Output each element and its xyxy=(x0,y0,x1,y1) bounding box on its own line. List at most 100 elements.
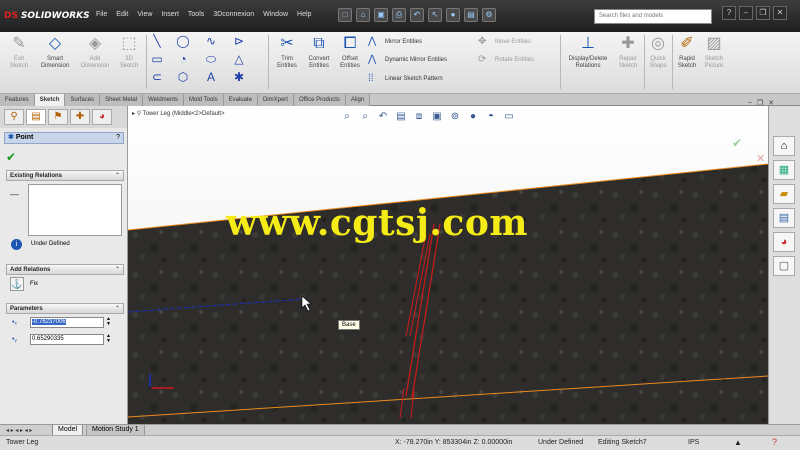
property-manager-tab-icon[interactable]: ▤ xyxy=(26,109,46,125)
search-input[interactable]: Search files and models xyxy=(594,9,712,24)
view-orientation-icon[interactable]: ⧈ xyxy=(412,110,426,124)
menu-3dconnexion[interactable]: 3Dconnexion xyxy=(213,11,254,18)
tab-sketch[interactable]: Sketch xyxy=(34,94,66,106)
ok-checkmark-icon[interactable]: ✔ xyxy=(6,150,16,164)
open-icon[interactable]: ⌂ xyxy=(356,8,370,22)
tab-align[interactable]: Align xyxy=(345,94,371,106)
cancel-sketch-icon[interactable]: ✕ xyxy=(756,152,765,165)
3d-sketch-button[interactable]: ⬚ 3D Sketch xyxy=(116,34,142,70)
quick-snaps-button[interactable]: ◎ Quick Snaps xyxy=(646,34,670,70)
hide-show-items-icon[interactable]: ⊚ xyxy=(448,110,462,124)
dimxpert-tab-icon[interactable]: ✚ xyxy=(70,109,90,125)
rotate-entities-button[interactable]: ⟳ Rotate Entities xyxy=(478,54,534,66)
menu-help[interactable]: Help xyxy=(297,11,311,18)
mirror-entities-button[interactable]: ⋀ Mirror Entities xyxy=(368,36,422,48)
tab-scroll-controls[interactable]: ◂ ▸ ◂ ▸ ◂ ▸ xyxy=(6,427,32,434)
x-coordinate-input[interactable]: -0.76237006 xyxy=(30,317,104,328)
plane-icon[interactable]: △ xyxy=(232,52,246,66)
sketch-picture-button[interactable]: ▨ Sketch Picture xyxy=(702,34,726,70)
zoom-to-area-icon[interactable]: ⌕ xyxy=(358,110,372,124)
file-explorer-icon[interactable]: ▰ xyxy=(773,184,795,204)
close-button[interactable]: ✕ xyxy=(773,6,787,20)
x-spinner-icon[interactable]: ▲ ▼ xyxy=(106,317,111,327)
sketch-fillet-icon[interactable]: ⊳ xyxy=(232,34,246,48)
repair-sketch-button[interactable]: ✚ Repair Sketch xyxy=(614,34,642,70)
move-entities-button[interactable]: ✥ Move Entities xyxy=(478,36,531,48)
appearances-icon[interactable]: ◕ xyxy=(773,232,795,252)
fix-relation-icon[interactable]: ⚓ xyxy=(10,277,24,291)
zoom-to-fit-icon[interactable]: ⌕ xyxy=(340,110,354,124)
spline-icon[interactable]: ∿ xyxy=(204,34,218,48)
undo-icon[interactable]: ↶ xyxy=(410,8,424,22)
menu-tools[interactable]: Tools xyxy=(188,11,204,18)
select-icon[interactable]: ↖ xyxy=(428,8,442,22)
view-settings-icon[interactable]: ▭ xyxy=(502,110,516,124)
save-icon[interactable]: ▣ xyxy=(374,8,388,22)
tab-dimxpert[interactable]: DimXpert xyxy=(257,94,294,106)
design-library-icon[interactable]: ▦ xyxy=(773,160,795,180)
point-icon[interactable]: ✱ xyxy=(232,70,246,84)
line-icon[interactable]: ╲ xyxy=(150,34,164,48)
add-relations-header[interactable]: Add Relations ⌃ xyxy=(6,264,124,275)
options-icon[interactable]: ⚙ xyxy=(482,8,496,22)
status-units[interactable]: IPS xyxy=(688,439,699,446)
edit-appearance-icon[interactable]: ● xyxy=(466,110,480,124)
custom-properties-icon[interactable]: ▢ xyxy=(773,256,795,276)
help-icon[interactable]: ? xyxy=(722,6,736,20)
linear-pattern-button[interactable]: ⁞⁞ Linear Sketch Pattern xyxy=(368,73,443,85)
tab-evaluate[interactable]: Evaluate xyxy=(223,94,258,106)
existing-relations-header[interactable]: Existing Relations ⌃ xyxy=(6,170,124,181)
doc-restore-button[interactable]: ❐ xyxy=(757,99,763,107)
ellipse-icon[interactable]: ⬭ xyxy=(204,52,218,66)
minimize-button[interactable]: – xyxy=(739,6,753,20)
dynamic-mirror-button[interactable]: ⋀ Dynamic Mirror Entities xyxy=(368,54,447,66)
restore-button[interactable]: ❐ xyxy=(756,6,770,20)
text-icon[interactable]: A xyxy=(204,70,218,84)
rectangle-icon[interactable]: ▭ xyxy=(150,52,164,66)
offset-entities-button[interactable]: ⧠ Offset Entities xyxy=(336,34,364,70)
tab-features[interactable]: Features xyxy=(0,94,35,106)
convert-entities-button[interactable]: ⧉ Convert Entities xyxy=(303,34,335,70)
exit-sketch-button[interactable]: ✎ Exit Sketch xyxy=(6,34,32,70)
graphics-area[interactable]: ▸ ⚲ Tower Leg (Middle<2>Default> ⌕ ⌕ ↶ ▤… xyxy=(128,106,768,424)
section-view-icon[interactable]: ▤ xyxy=(394,110,408,124)
slot-icon[interactable]: ⊂ xyxy=(150,70,164,84)
circle-icon[interactable]: ◯ xyxy=(176,34,190,48)
view-palette-icon[interactable]: ▤ xyxy=(773,208,795,228)
display-style-icon[interactable]: ▣ xyxy=(430,110,444,124)
doc-minimize-button[interactable]: – xyxy=(748,99,752,107)
tab-surfaces[interactable]: Surfaces xyxy=(65,94,101,106)
display-delete-relations-button[interactable]: ⊥ Display/Delete Relations xyxy=(564,34,612,70)
previous-view-icon[interactable]: ↶ xyxy=(376,110,390,124)
display-manager-tab-icon[interactable]: ◕ xyxy=(92,109,112,125)
solidworks-resources-icon[interactable]: ⌂ xyxy=(773,136,795,156)
tab-mold-tools[interactable]: Mold Tools xyxy=(184,94,224,106)
feature-tree-flyout[interactable]: ▸ ⚲ Tower Leg (Middle<2>Default> xyxy=(132,110,225,117)
rapid-sketch-button[interactable]: ✐ Rapid Sketch xyxy=(675,34,699,70)
y-coordinate-input[interactable]: 0.65290335 xyxy=(30,334,104,345)
file-properties-icon[interactable]: ▤ xyxy=(464,8,478,22)
menu-insert[interactable]: Insert xyxy=(161,11,179,18)
arc-icon[interactable]: ◔ xyxy=(176,52,190,66)
menu-file[interactable]: File xyxy=(96,11,107,18)
tab-office-products[interactable]: Office Products xyxy=(293,94,346,106)
confirm-checkmark-icon[interactable]: ✔ xyxy=(732,136,742,150)
fix-relation-label[interactable]: Fix xyxy=(30,281,38,287)
tab-sheet-metal[interactable]: Sheet Metal xyxy=(100,94,144,106)
help-status-icon[interactable]: ? xyxy=(772,437,777,447)
existing-relations-list[interactable] xyxy=(28,184,122,236)
help-icon[interactable]: ? xyxy=(116,133,120,143)
parameters-header[interactable]: Parameters ⌃ xyxy=(6,303,124,314)
menu-view[interactable]: View xyxy=(137,11,152,18)
add-dimension-button[interactable]: ◈ Add Dimension xyxy=(78,34,112,70)
rebuild-icon[interactable]: ● xyxy=(446,8,460,22)
print-icon[interactable]: ⎙ xyxy=(392,8,406,22)
menu-window[interactable]: Window xyxy=(263,11,288,18)
apply-scene-icon[interactable]: ◓ xyxy=(484,110,498,124)
new-icon[interactable]: □ xyxy=(338,8,352,22)
y-spinner-icon[interactable]: ▲ ▼ xyxy=(106,334,111,344)
trim-entities-button[interactable]: ✂ Trim Entities xyxy=(273,34,301,70)
configuration-tab-icon[interactable]: ⚑ xyxy=(48,109,68,125)
menu-edit[interactable]: Edit xyxy=(116,11,128,18)
smart-dimension-button[interactable]: ◇ Smart Dimension xyxy=(38,34,72,70)
